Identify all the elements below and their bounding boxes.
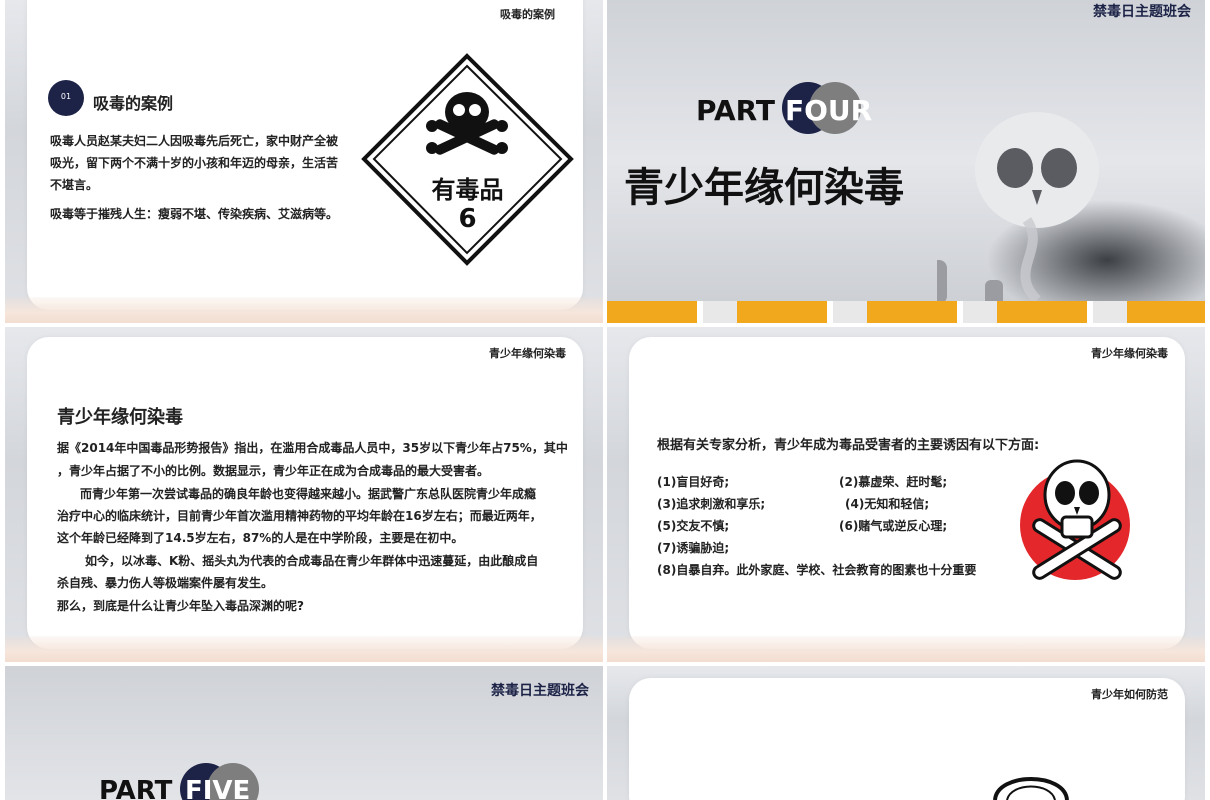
slide-thumbnail-1[interactable]: 吸毒的案例 01 吸毒的案例 吸毒人员赵某夫妇二人因吸毒先后死亡，家中财产全被 … [5,0,603,323]
part-label: PART [696,94,776,127]
cloud-band [5,297,603,323]
body-line: 如今，以冰毒、K粉、摇头丸为代表的合成毒品在青少年群体中迅速蔓延，由此酿成自 [85,554,539,568]
skull-icon [993,777,1069,800]
skull-crossbones-illustration [1017,455,1137,595]
body-line: 而青少年第一次尝试毒品的确良年龄也变得越来越小。据武警广东总队医院青少年成瘾 [80,487,537,501]
lead-text: 根据有关专家分析，青少年成为毒品受害者的主要诱因有以下方面: [657,438,1040,453]
slide-thumbnail-4[interactable]: 青少年缘何染毒 根据有关专家分析，青少年成为毒品受害者的主要诱因有以下方面: (… [607,327,1205,662]
section-title: 吸毒的案例 [93,94,174,113]
skull-smoke-illustration [925,110,1205,323]
case-paragraph-line: 不堪言。 [50,178,99,192]
toxic-sign-label: 有毒品 [431,176,504,204]
part-number: FIVE [185,776,251,800]
part-number: FOUR [785,94,873,127]
slide-header: 青少年缘何染毒 [489,347,566,360]
cause-item: (4)无知和轻信; [845,497,930,511]
body-line: ，青少年占据了不小的比例。数据显示，青少年正在成为合成毒品的最大受害者。 [57,464,490,478]
slide-header: 青少年如何防范 [1091,688,1168,701]
cloud-band [5,636,603,662]
orange-strip [607,301,1205,323]
slide-thumbnail-6[interactable]: 青少年如何防范 [607,666,1205,800]
body-line: 据《2014年中国毒品形势报告》指出，在滥用合成毒品人员中，35岁以下青少年占7… [57,441,568,455]
cause-item: (3)追求刺激和享乐; [657,497,766,511]
cloud-band [607,636,1205,662]
slide-thumbnail-5[interactable]: 禁毒日主题班会 PART FIVE [5,666,603,800]
badge-number: 01 [60,92,72,101]
case-paragraph-line: 吸毒人员赵某夫妇二人因吸毒先后死亡，家中财产全被 [50,134,339,148]
toxic-hazard-sign: 有毒品 6 [360,52,575,267]
skull-crossbones-icon [1020,459,1130,580]
slide-header: 青少年缘何染毒 [1091,347,1168,360]
brand-title: 禁毒日主题班会 [491,683,589,699]
skull-icon [925,112,1205,320]
skull-crossbones-icon [361,53,574,266]
body-line: 治疗中心的临床统计，目前青少年首次滥用精神药物的平均年龄在16岁左右；而最近两年… [57,509,542,523]
section-badge: 01 [48,80,84,116]
body-line: 杀自残、暴力伤人等极端案件屡有发生。 [57,576,274,590]
cause-item: (5)交友不慎; [657,519,730,533]
slide-header: 吸毒的案例 [500,8,555,21]
cause-item: (8)自暴自弃。此外家庭、学校、社会教育的图素也十分重要 [657,563,977,577]
slide-thumbnail-3[interactable]: 青少年缘何染毒 青少年缘何染毒 据《2014年中国毒品形势报告》指出，在滥用合成… [5,327,603,662]
cause-item: (1)盲目好奇; [657,475,730,489]
section-title: 青少年缘何染毒 [57,407,183,428]
body-line: 这个年龄已经降到了14.5岁左右，87%的人是在中学阶段，主要是在初中。 [57,531,464,545]
skull-head-illustration [991,764,1071,800]
part-label: PART [99,776,173,800]
brand-title: 禁毒日主题班会 [1093,4,1191,20]
case-paragraph-line: 吸光，留下两个不满十岁的小孩和年迈的母亲，生活苦 [50,156,339,170]
cause-item: (6)赌气或逆反心理; [839,519,948,533]
case-summary: 吸毒等于摧残人生：瘦弱不堪、传染疾病、艾滋病等。 [50,207,339,221]
slide-thumbnail-2[interactable]: 禁毒日主题班会 PART FOUR 青少年缘何染毒 [607,0,1205,323]
toxic-sign-class: 6 [458,204,477,234]
cause-item: (7)诱骗胁迫; [657,541,730,555]
body-line: 那么，到底是什么让青少年坠入毒品深渊的呢? [57,599,304,613]
cause-item: (2)慕虚荣、赶时髦; [839,475,948,489]
slide-title: 青少年缘何染毒 [624,165,904,211]
